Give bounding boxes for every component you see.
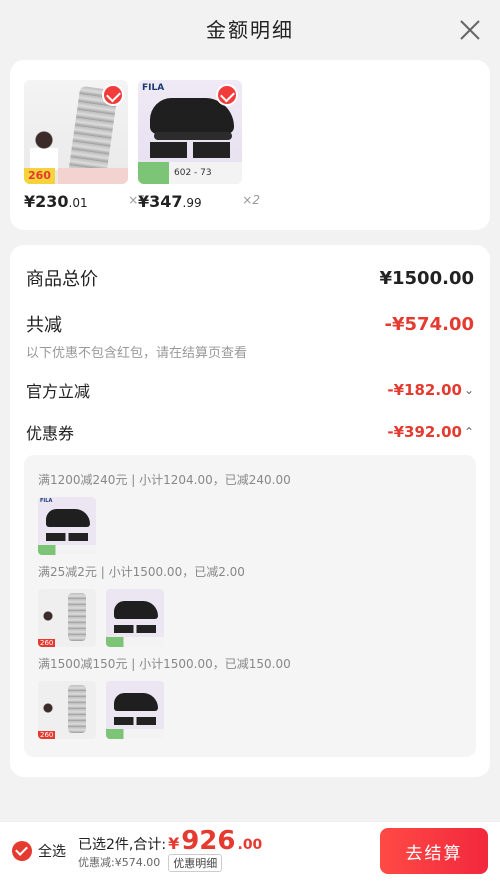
total-discount-row: 共减 -¥574.00: [26, 311, 474, 337]
product-thumbnail: [106, 589, 164, 647]
coupon-rule-text: 满1200减240元 | 小计1204.00，已减240.00: [38, 473, 291, 487]
official-discount-row[interactable]: 官方立减 -¥182.00 ⌄: [26, 378, 474, 402]
product-image: FILA 602 - 73: [138, 80, 242, 184]
discount-summary-text: 优惠减:¥574.00: [78, 856, 161, 869]
official-discount-value: -¥182.00 ⌄: [387, 381, 474, 399]
product-quantity: ×2: [242, 193, 260, 207]
discount-detail-button[interactable]: 优惠明细: [168, 854, 223, 872]
coupon-detail-panel: 满1200减240元 | 小计1204.00，已减240.00 FILA 满25…: [24, 455, 476, 757]
coupon-products: 260: [38, 681, 164, 739]
select-all-label: 全选: [38, 844, 66, 860]
coupon-row[interactable]: 优惠券 -¥392.00 ⌃: [26, 420, 474, 444]
product-thumbnail: 260: [38, 589, 96, 647]
checkout-button[interactable]: 去结算: [380, 828, 488, 874]
coupon-rule-text: 满1500减150元 | 小计1500.00，已减150.00: [38, 657, 291, 671]
promo-strip: [58, 168, 128, 184]
discount-note: 以下优惠不包含红包，请在结算页查看: [26, 346, 248, 361]
coupon-value: -¥392.00 ⌃: [387, 423, 474, 441]
close-icon[interactable]: [458, 18, 482, 42]
coupon-products: 260: [38, 589, 164, 647]
chevron-down-icon: ⌄: [463, 383, 474, 397]
price-summary-card: 商品总价 ¥1500.00 共减 -¥574.00 以下优惠不包含红包，请在结算…: [10, 245, 490, 777]
product-price: ¥347.99: [138, 192, 202, 211]
product-image: 260: [24, 80, 128, 184]
total-price-row: 商品总价 ¥1500.00: [26, 265, 474, 291]
total-price-label: 商品总价: [26, 269, 98, 290]
total-discount-label: 共减: [26, 315, 62, 336]
product-thumbnail: [106, 681, 164, 739]
total-price-value: ¥1500.00: [379, 267, 474, 289]
currency-symbol: ¥: [168, 834, 180, 853]
coupon-products: FILA: [38, 497, 96, 555]
coupon-rule-text: 满25减2元 | 小计1500.00，已减2.00: [38, 565, 245, 579]
product-item[interactable]: FILA 602 - 73 ¥347.99 ×2: [138, 80, 260, 211]
select-all-toggle[interactable]: 全选: [12, 841, 66, 861]
sheet-title: 金额明细: [206, 18, 294, 42]
sheet-header: 金额明细: [0, 0, 500, 60]
price-badge: 260: [24, 168, 55, 184]
order-totals: 已选2件,合计: ¥ 926 .00 优惠减:¥574.00 优惠明细: [78, 826, 262, 872]
checkout-bar: 全选 已选2件,合计: ¥ 926 .00 优惠减:¥574.00 优惠明细 去…: [0, 821, 500, 881]
discount-line: 优惠减:¥574.00 优惠明细: [78, 854, 262, 872]
shoe-box-image: [150, 142, 230, 158]
checked-circle-icon: [12, 841, 32, 861]
selected-check-icon[interactable]: [102, 84, 124, 106]
total-line: 已选2件,合计: ¥ 926 .00: [78, 826, 262, 856]
selected-check-icon[interactable]: [216, 84, 238, 106]
product-thumbnail: 260: [38, 681, 96, 739]
official-discount-label: 官方立减: [26, 382, 91, 401]
total-discount-value: -¥574.00: [384, 313, 474, 335]
chevron-up-icon: ⌃: [463, 425, 474, 439]
brand-logo: FILA: [142, 83, 165, 93]
coupon-label: 优惠券: [26, 424, 75, 443]
spokesperson-image: [30, 130, 58, 170]
amount-detail-sheet: 金额明细 260 ¥230.01 ×1 FILA 602 - 73 ¥347 .…: [0, 0, 500, 881]
total-amount-decimal: .00: [237, 837, 263, 853]
product-list-card: 260 ¥230.01 ×1 FILA 602 - 73 ¥347.99 ×2: [10, 60, 490, 230]
product-price: ¥230.01: [24, 192, 88, 211]
product-item[interactable]: 260 ¥230.01 ×1: [24, 80, 146, 211]
total-amount-integer: 926: [181, 826, 236, 856]
promo-strip: 602 - 73: [138, 162, 242, 184]
selected-count-text: 已选2件,合计:: [78, 837, 167, 853]
product-thumbnail: FILA: [38, 497, 96, 555]
